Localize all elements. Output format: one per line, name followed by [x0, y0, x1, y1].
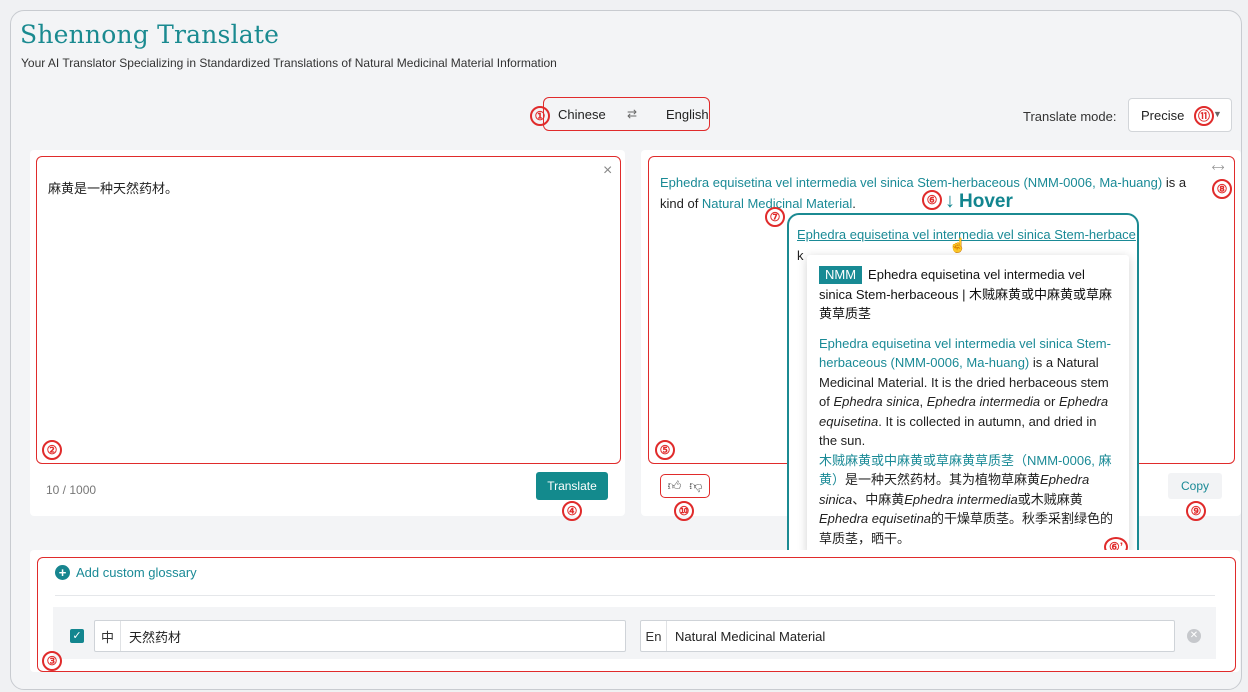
thumbs-down-icon[interactable]: 👎︎: [689, 478, 702, 494]
tooltip-zh-sp3: Ephedra equisetina: [819, 511, 932, 526]
hover-popup: Ephedra equisetina vel intermedia vel si…: [787, 213, 1139, 568]
marker-5: ⑤: [655, 440, 675, 460]
marker-7: ⑦: [765, 207, 785, 227]
marker-10: ⑩: [674, 501, 694, 521]
glossary-zh-field[interactable]: 中 天然药材: [94, 620, 626, 652]
hover-underlined-term[interactable]: Ephedra equisetina vel intermedia vel si…: [797, 227, 1137, 242]
marker-6: ⑥: [922, 190, 942, 210]
thumbs-up-icon[interactable]: 👍︎: [668, 478, 682, 494]
clear-icon[interactable]: ×: [603, 162, 612, 180]
language-selector: Chinese ⇄ English: [543, 97, 710, 131]
translate-mode-value: Precise: [1141, 108, 1185, 123]
tooltip-zh-3: 或木贼麻黄: [1017, 491, 1083, 507]
app-subtitle: Your AI Translator Specializing in Stand…: [21, 56, 557, 70]
pointer-hand-icon: ☝: [949, 237, 967, 253]
copy-button[interactable]: Copy: [1168, 473, 1222, 499]
marker-11: ⑪: [1194, 106, 1214, 126]
swap-icon[interactable]: ⇄: [627, 107, 637, 121]
en-value: Natural Medicinal Material: [675, 628, 826, 644]
glossary-en-field[interactable]: En Natural Medicinal Material: [640, 620, 1175, 652]
output-term-ephedra[interactable]: Ephedra equisetina vel intermedia vel si…: [660, 175, 1162, 190]
tooltip-zh-2: 、中麻黄: [852, 491, 905, 507]
chevron-down-icon: ▼: [1213, 109, 1222, 119]
tooltip-title: Ephedra equisetina vel intermedia vel si…: [819, 267, 1113, 321]
source-input[interactable]: [36, 156, 621, 464]
plus-icon: +: [55, 565, 70, 580]
app-title: Shennong Translate: [20, 20, 280, 49]
tooltip-zh-body: 木贼麻黄或中麻黄或草麻黄草质茎（NMM-0006, 麻黄）是一种天然药材。其为植…: [819, 451, 1117, 549]
glossary-checkbox[interactable]: ✓: [70, 629, 84, 643]
divider: [55, 595, 1215, 596]
zh-value: 天然药材: [129, 629, 182, 645]
tooltip-en-body: Ephedra equisetina vel intermedia vel si…: [819, 334, 1117, 451]
tooltip-en-3: or: [1040, 394, 1059, 409]
arrow-down-icon: ↓: [945, 190, 955, 212]
target-language[interactable]: English: [666, 107, 709, 122]
output-end: .: [852, 196, 856, 211]
marker-2: ②: [42, 440, 62, 460]
source-text: 麻黄是一种天然药材。: [48, 181, 179, 196]
tooltip-en-sp2: Ephedra intermedia: [926, 394, 1041, 409]
add-glossary-button[interactable]: + Add custom glossary: [55, 565, 197, 580]
tooltip-en-sp1: Ephedra sinica: [833, 394, 920, 409]
zh-prefix: 中: [95, 621, 121, 651]
char-counter: 10 / 1000: [46, 483, 97, 497]
marker-4: ④: [562, 501, 582, 521]
tooltip-en-2: ,: [919, 394, 927, 409]
marker-1: ①: [530, 106, 550, 126]
term-tooltip: NMM Ephedra equisetina vel intermedia vel…: [807, 255, 1129, 555]
translate-button[interactable]: Translate: [536, 472, 608, 500]
tooltip-zh-1: 是一种天然药材。其为植物草麻黄: [845, 472, 1041, 487]
hover-text: Hover: [959, 190, 1013, 212]
hover-k: k: [797, 248, 804, 263]
translate-mode-label: Translate mode:: [1023, 109, 1117, 124]
en-prefix: En: [641, 621, 667, 651]
hover-label: ↓ Hover: [945, 190, 1013, 213]
marker-3: ③: [42, 651, 62, 671]
marker-9: ⑨: [1186, 501, 1206, 521]
tooltip-zh-sp2: Ephedra intermedia: [904, 491, 1018, 507]
marker-8: ⑧: [1212, 179, 1232, 199]
nmm-badge: NMM: [819, 266, 863, 284]
source-language[interactable]: Chinese: [558, 107, 606, 122]
feedback-buttons: 👍︎ 👎︎: [660, 474, 710, 498]
translate-mode-select[interactable]: Precise ▼: [1128, 98, 1232, 132]
tooltip-header: NMM Ephedra equisetina vel intermedia vel…: [819, 265, 1117, 324]
add-glossary-label: Add custom glossary: [76, 565, 197, 580]
delete-row-icon[interactable]: ✕: [1187, 629, 1201, 643]
